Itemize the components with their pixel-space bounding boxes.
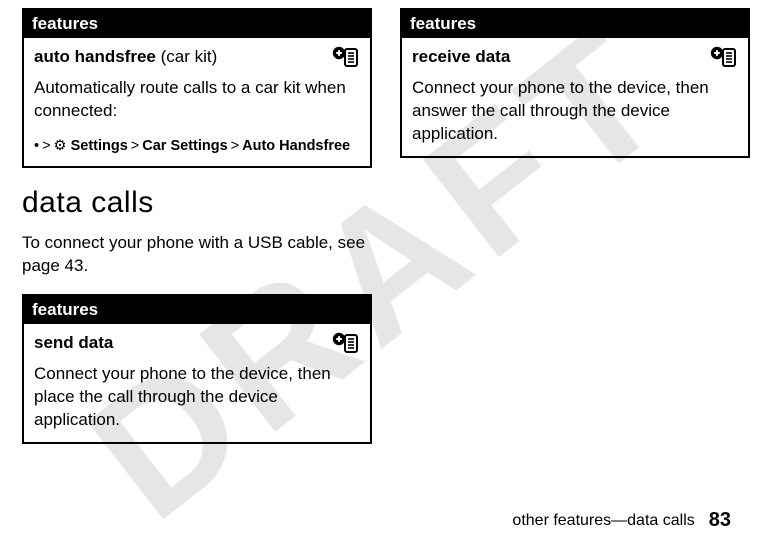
section-heading-data-calls: data calls (22, 186, 372, 220)
features-header: features (24, 10, 370, 38)
page-number: 83 (709, 509, 731, 531)
features-body: receive data Connect your phone to the d… (402, 38, 748, 156)
features-body: send data Connect your phone to the devi… (24, 324, 370, 442)
gt-sep: > (231, 138, 239, 154)
path-auto-handsfree: Auto Handsfree (242, 138, 350, 154)
feature-title: send data (34, 333, 113, 352)
feature-title: auto handsfree (34, 47, 156, 66)
feature-description: Connect your phone to the device, then p… (34, 363, 360, 432)
gt-sep: > (42, 138, 50, 154)
path-car-settings: Car Settings (142, 138, 227, 154)
section-paragraph: To connect your phone with a USB cable, … (22, 232, 372, 278)
features-header: features (24, 296, 370, 324)
feature-description: Automatically route calls to a car kit w… (34, 77, 360, 123)
sim-plus-icon (332, 46, 360, 75)
gt-sep: > (131, 138, 139, 154)
features-body: auto handsfree (car kit) Automatically r… (24, 38, 370, 166)
path-settings: Settings (71, 138, 128, 154)
feature-title-note: (car kit) (156, 47, 217, 66)
page-footer: other features—data calls 83 (512, 509, 731, 532)
settings-glyph: ⚙ (54, 138, 67, 154)
feature-description: Connect your phone to the device, then a… (412, 77, 738, 146)
menu-path: •>⚙ Settings>Car Settings>Auto Handsfree (34, 137, 360, 157)
features-table-send-data: features send (22, 294, 372, 444)
footer-text: other features—data calls (512, 512, 694, 529)
sim-plus-icon (332, 332, 360, 361)
feature-title: receive data (412, 47, 510, 66)
features-table-auto-handsfree: features auto (22, 8, 372, 168)
features-table-receive-data: features rece (400, 8, 750, 158)
features-header: features (402, 10, 748, 38)
sim-plus-icon (710, 46, 738, 75)
menu-key-glyph: • (34, 138, 39, 154)
